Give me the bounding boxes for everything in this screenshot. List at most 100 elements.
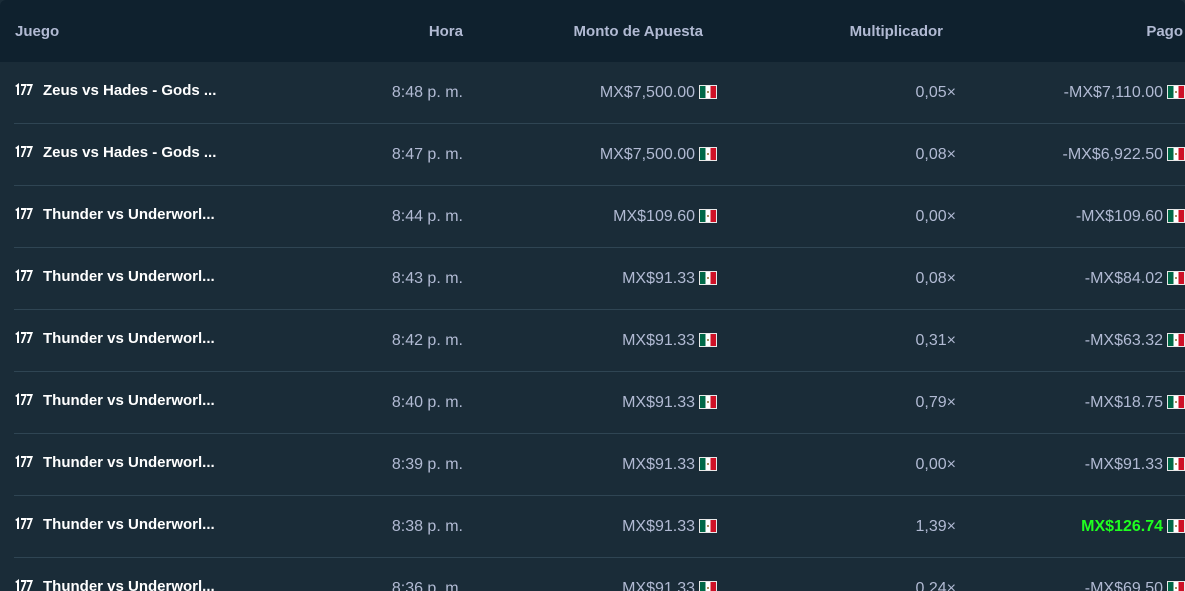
payout-value: -MX$69.50: [1084, 580, 1163, 591]
time-cell: 8:44 p. m.: [391, 208, 463, 225]
mexico-flag-icon: [1167, 395, 1185, 409]
payout-cell: -MX$63.32: [1085, 310, 1185, 372]
mexico-flag-icon: [699, 333, 717, 347]
table-row[interactable]: Zeus vs Hades - Gods ... 8:48 p. m. MX$7,5…: [14, 62, 1185, 124]
table-row[interactable]: Thunder vs Underworl... 8:44 p. m. MX$109.…: [14, 186, 1185, 248]
column-header-juego: Juego: [15, 23, 60, 40]
amount-cell: MX$91.33: [622, 372, 717, 434]
mexico-flag-icon: [699, 457, 717, 471]
mexico-flag-icon: [1167, 209, 1185, 223]
table-row[interactable]: Thunder vs Underworl... 8:39 p. m. MX$91.3…: [14, 434, 1185, 496]
time-cell: 8:40 p. m.: [391, 394, 463, 411]
column-header-pago: Pago: [1146, 23, 1183, 40]
amount-value: MX$91.33: [622, 456, 695, 473]
mexico-flag-icon: [699, 581, 717, 591]
amount-cell: MX$7,500.00: [600, 124, 717, 186]
mexico-flag-icon: [1167, 85, 1185, 99]
payout-value: -MX$63.32: [1084, 332, 1163, 349]
game-provider-logo-icon: [14, 559, 34, 591]
amount-value: MX$109.60: [613, 208, 695, 225]
game-name[interactable]: Thunder vs Underworl...: [43, 268, 215, 285]
mexico-flag-icon: [699, 271, 717, 285]
amount-cell: MX$91.33: [622, 558, 717, 591]
table-row[interactable]: Zeus vs Hades - Gods ... 8:47 p. m. MX$7,5…: [14, 124, 1185, 186]
payout-value: MX$126.74: [1081, 518, 1163, 535]
game-cell[interactable]: Thunder vs Underworl...: [14, 248, 234, 310]
payout-cell: -MX$84.02: [1085, 248, 1185, 310]
mexico-flag-icon: [699, 85, 717, 99]
amount-value: MX$91.33: [622, 394, 695, 411]
column-header-hora: Hora: [428, 23, 463, 40]
game-cell[interactable]: Thunder vs Underworl...: [14, 558, 234, 591]
table-row[interactable]: Thunder vs Underworl... 8:42 p. m. MX$91.3…: [14, 310, 1185, 372]
multiplier-cell: 1,39×: [915, 518, 956, 535]
payout-value: -MX$7,110.00: [1063, 84, 1163, 101]
time-cell: 8:48 p. m.: [391, 84, 463, 101]
time-cell: 8:38 p. m.: [391, 518, 463, 535]
game-name[interactable]: Thunder vs Underworl...: [43, 578, 215, 591]
time-cell: 8:42 p. m.: [391, 332, 463, 349]
mexico-flag-icon: [699, 395, 717, 409]
table-row[interactable]: Thunder vs Underworl... 8:40 p. m. MX$91.3…: [14, 372, 1185, 434]
amount-value: MX$91.33: [622, 518, 695, 535]
game-name[interactable]: Zeus vs Hades - Gods ...: [43, 144, 216, 161]
amount-value: MX$91.33: [622, 580, 695, 591]
time-cell: 8:39 p. m.: [391, 456, 463, 473]
multiplier-cell: 0,00×: [915, 208, 956, 225]
game-name[interactable]: Thunder vs Underworl...: [43, 516, 215, 533]
game-cell[interactable]: Thunder vs Underworl...: [14, 434, 234, 496]
mexico-flag-icon: [1167, 271, 1185, 285]
game-cell[interactable]: Zeus vs Hades - Gods ...: [14, 124, 234, 186]
amount-cell: MX$109.60: [613, 186, 717, 248]
amount-cell: MX$7,500.00: [600, 62, 717, 124]
payout-cell: -MX$7,110.00: [1064, 62, 1185, 124]
time-cell: 8:43 p. m.: [391, 270, 463, 287]
amount-cell: MX$91.33: [622, 434, 717, 496]
game-name[interactable]: Thunder vs Underworl...: [43, 330, 215, 347]
time-cell: 8:47 p. m.: [391, 146, 463, 163]
game-provider-logo-icon: [14, 311, 34, 343]
payout-cell: -MX$6,922.50: [1062, 124, 1185, 186]
multiplier-cell: 0,05×: [915, 84, 956, 101]
payout-value: -MX$84.02: [1084, 270, 1163, 287]
game-cell[interactable]: Thunder vs Underworl...: [14, 186, 234, 248]
game-cell[interactable]: Zeus vs Hades - Gods ...: [14, 62, 234, 124]
amount-value: MX$7,500.00: [599, 84, 695, 101]
mexico-flag-icon: [1167, 519, 1185, 533]
mexico-flag-icon: [1167, 147, 1185, 161]
multiplier-cell: 0,08×: [915, 270, 956, 287]
multiplier-cell: 0,31×: [915, 332, 956, 349]
payout-value: -MX$6,922.50: [1062, 146, 1163, 163]
multiplier-cell: 0,00×: [915, 456, 956, 473]
amount-cell: MX$91.33: [622, 496, 717, 558]
game-provider-logo-icon: [14, 63, 34, 95]
game-provider-logo-icon: [14, 125, 34, 157]
amount-cell: MX$91.33: [622, 310, 717, 372]
game-name[interactable]: Thunder vs Underworl...: [43, 206, 215, 223]
game-provider-logo-icon: [14, 497, 34, 529]
payout-value: -MX$91.33: [1084, 456, 1163, 473]
payout-cell: -MX$69.50: [1085, 558, 1185, 591]
multiplier-cell: 0,24×: [915, 580, 956, 591]
mexico-flag-icon: [699, 209, 717, 223]
game-name[interactable]: Thunder vs Underworl...: [43, 454, 215, 471]
game-provider-logo-icon: [14, 249, 34, 281]
time-cell: 8:36 p. m.: [391, 580, 463, 591]
game-cell[interactable]: Thunder vs Underworl...: [14, 310, 234, 372]
game-provider-logo-icon: [14, 187, 34, 219]
payout-value: -MX$109.60: [1075, 208, 1163, 225]
game-provider-logo-icon: [14, 435, 34, 467]
game-name[interactable]: Thunder vs Underworl...: [43, 392, 215, 409]
payout-cell: -MX$109.60: [1076, 186, 1185, 248]
amount-cell: MX$91.33: [622, 248, 717, 310]
table-row[interactable]: Thunder vs Underworl... 8:38 p. m. MX$91.3…: [14, 496, 1185, 558]
game-cell[interactable]: Thunder vs Underworl...: [14, 372, 234, 434]
table-row[interactable]: Thunder vs Underworl... 8:43 p. m. MX$91.3…: [14, 248, 1185, 310]
game-name[interactable]: Zeus vs Hades - Gods ...: [43, 82, 216, 99]
table-row[interactable]: Thunder vs Underworl... 8:36 p. m. MX$91.3…: [14, 558, 1185, 591]
mexico-flag-icon: [1167, 581, 1185, 591]
payout-cell: -MX$18.75: [1085, 372, 1185, 434]
mexico-flag-icon: [1167, 333, 1185, 347]
column-header-monto: Monto de Apuesta: [573, 23, 703, 40]
game-cell[interactable]: Thunder vs Underworl...: [14, 496, 234, 558]
